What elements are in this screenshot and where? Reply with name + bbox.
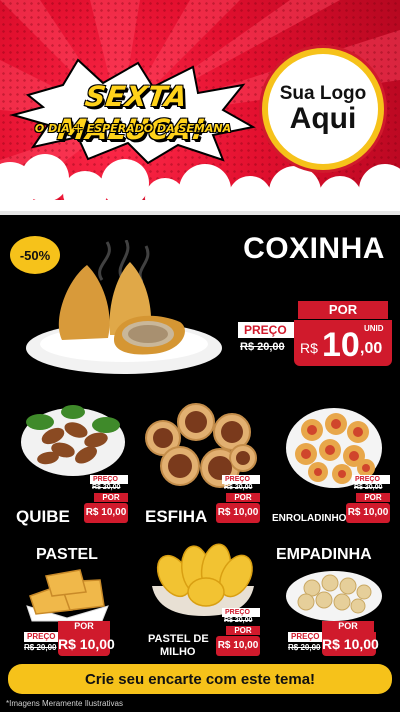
item-por-label: POR [322, 621, 374, 632]
item-por-label: POR [356, 493, 390, 502]
item-name-pastel: PASTEL [36, 546, 98, 563]
empadinha-image [286, 571, 382, 621]
item-name-quibe: QUIBE [16, 507, 70, 526]
item-old-price: R$ 20,00 [354, 484, 383, 491]
item-name-pastel-de-milho-line2: MILHO [160, 646, 196, 658]
item-name-pastel-de-milho: PASTEL DE [148, 633, 209, 645]
item-price-pastel-de-milho: R$ 10,00 [216, 636, 260, 656]
cta-button[interactable]: Crie seu encarte com este tema! [8, 664, 392, 694]
item-price-quibe: R$ 10,00 [84, 503, 128, 523]
item-preco-label: PREÇO [352, 475, 390, 484]
pastel-image [26, 569, 109, 622]
item-price-enroladinho: R$ 10,00 [346, 503, 390, 523]
item-name-enroladinho: ENROLADINHO [272, 513, 347, 524]
featured-price: R$ 10 ,00 UNID [294, 320, 392, 366]
hero-title: SEXTA MALUCA! [55, 80, 208, 146]
item-old-price: R$ 20,00 [92, 484, 121, 491]
item-price-empadinha: R$ 10,00 [322, 632, 379, 656]
featured-price-currency: R$ [300, 340, 318, 356]
featured-old-price: R$ 20,00 [240, 341, 285, 353]
featured-por-label: POR [298, 301, 388, 319]
item-por-label: POR [58, 621, 110, 632]
logo-line-1: Sua Logo [279, 82, 367, 104]
logo-placeholder: Sua Logo Aqui [262, 48, 384, 170]
featured-preco-label: PREÇO [238, 322, 296, 338]
featured-unid: UNID [364, 324, 384, 333]
featured-price-int: 10 [322, 326, 360, 364]
item-preco-label: PREÇO [24, 632, 58, 642]
disclaimer: *Imagens Meramente Ilustrativas [6, 699, 123, 708]
item-preco-label: PREÇO [222, 608, 260, 617]
logo-line-2: Aqui [289, 101, 357, 135]
coxinha-image [26, 240, 222, 374]
hero-subtitle: O DIA + ESPERADO DA SEMANA [34, 122, 232, 135]
item-por-label: POR [226, 626, 260, 635]
item-por-label: POR [94, 493, 128, 502]
item-price-esfiha: R$ 10,00 [216, 503, 260, 523]
quibe-image [21, 405, 125, 476]
item-name-empadinha: EMPADINHA [276, 546, 372, 563]
item-por-label: POR [226, 493, 260, 502]
item-old-price: R$ 20,00 [224, 484, 253, 491]
item-old-price: R$ 20,00 [288, 643, 321, 652]
item-name-esfiha: ESFIHA [145, 507, 208, 526]
item-preco-label: PREÇO [222, 475, 260, 484]
item-old-price: R$ 20,00 [24, 643, 57, 652]
featured-title: COXINHA [243, 232, 385, 265]
item-preco-label: PREÇO [288, 632, 322, 642]
featured-price-dec: ,00 [360, 340, 383, 357]
pastel-de-milho-image [152, 543, 254, 616]
hero-banner: SEXTA MALUCA! O DIA + ESPERADO DA SEMANA… [0, 0, 400, 215]
item-price-pastel: R$ 10,00 [58, 632, 115, 656]
item-old-price: R$ 20,00 [224, 617, 253, 624]
item-preco-label: PREÇO [90, 475, 128, 484]
